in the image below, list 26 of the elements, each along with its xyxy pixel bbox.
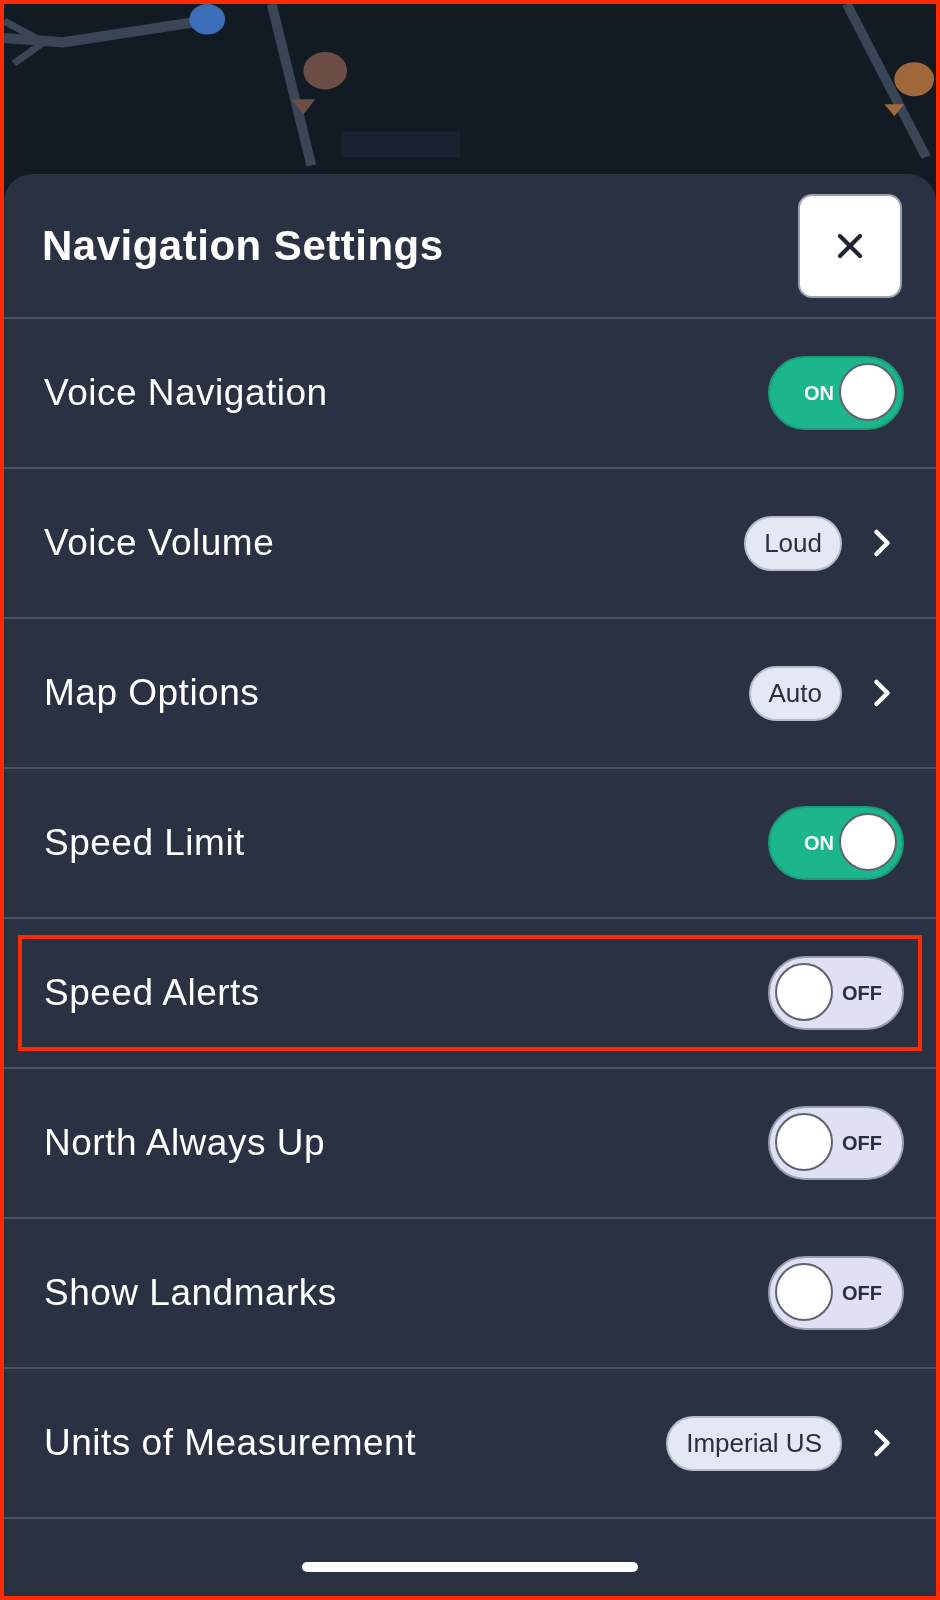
toggle-knob [839, 813, 897, 871]
toggle-state: ON [804, 381, 834, 406]
value-pill: Auto [748, 665, 842, 721]
toggle-state: OFF [842, 1131, 882, 1156]
toggle-switch[interactable]: OFF [768, 1256, 904, 1330]
sheet-title: Navigation Settings [42, 221, 444, 271]
toggle-knob [839, 363, 897, 421]
toggle-state: ON [804, 831, 834, 856]
toggle-knob [775, 1113, 833, 1171]
toggle-state: OFF [842, 1281, 882, 1306]
toggle-switch[interactable]: OFF [768, 956, 904, 1030]
setting-label: Voice Navigation [44, 371, 328, 416]
setting-label: Map Options [44, 671, 260, 716]
value-pill: Imperial US [666, 1415, 842, 1471]
setting-label: Units of Measurement [44, 1421, 416, 1466]
close-button[interactable] [798, 193, 902, 298]
toggle-knob [775, 963, 833, 1021]
setting-label: North Always Up [44, 1121, 325, 1166]
setting-label: Speed Limit [44, 821, 245, 866]
setting-label: Show Landmarks [44, 1271, 337, 1316]
toggle-knob [775, 1263, 833, 1321]
setting-label: Speed Alerts [44, 971, 260, 1016]
value-pill: Loud [744, 515, 842, 571]
toggle-state: OFF [842, 981, 882, 1006]
toggle-switch[interactable]: OFF [768, 1106, 904, 1180]
setting-label: Voice Volume [44, 521, 275, 566]
